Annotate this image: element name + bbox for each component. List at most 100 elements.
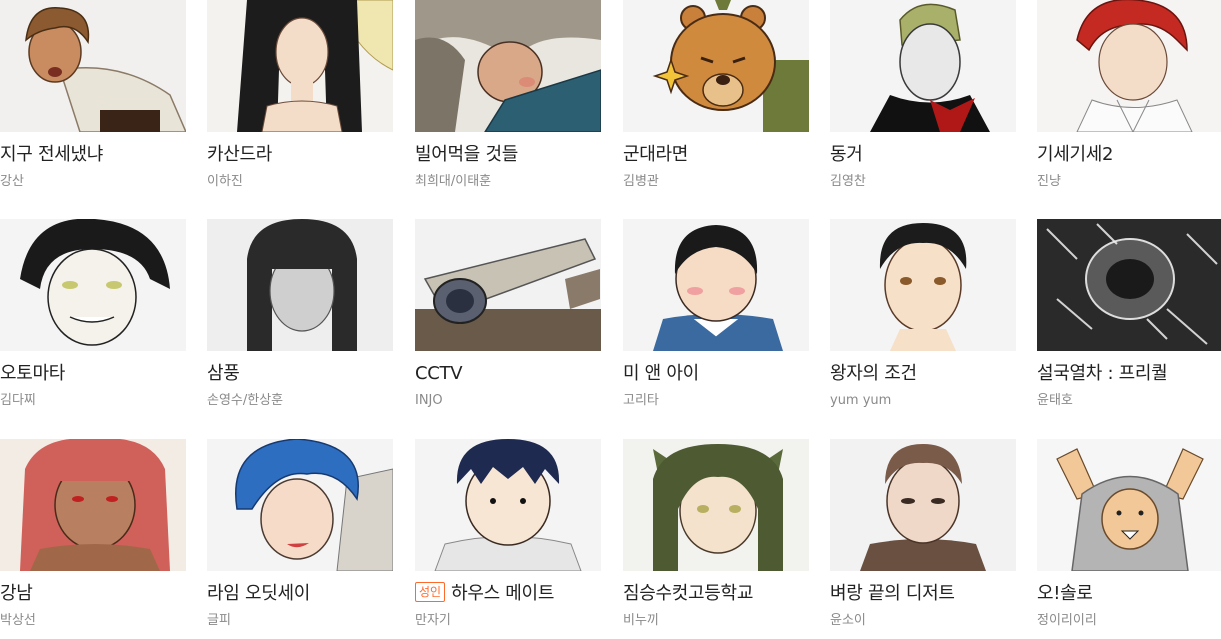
webtoon-thumbnail[interactable] (0, 439, 186, 571)
webtoon-title-text: 미 앤 아이 (623, 363, 699, 384)
webtoon-title-text: 군대라면 (623, 144, 689, 165)
webtoon-title[interactable]: 오토마타 (0, 362, 186, 386)
pink-hair-woman-thumbnail (0, 439, 186, 571)
bob-hair-girl-thumbnail (207, 219, 393, 351)
webtoon-title-text: 벼랑 끝의 디저트 (830, 583, 955, 604)
webtoon-author: INJO (415, 393, 443, 408)
webtoon-title[interactable]: 강남 (0, 582, 186, 606)
webtoon-title-text: CCTV (415, 363, 463, 384)
webtoon-card[interactable]: 기세기세2 진냥 (1037, 0, 1221, 200)
webtoon-thumbnail[interactable] (207, 219, 393, 351)
webtoon-title[interactable]: 짐승수컷고등학교 (623, 582, 809, 606)
webtoon-title[interactable]: 지구 전세냈냐 (0, 143, 186, 167)
webtoon-thumbnail[interactable] (830, 439, 1016, 571)
webtoon-card[interactable]: 오!솔로 정이리이리 (1037, 439, 1221, 639)
webtoon-author: 만자기 (415, 613, 451, 628)
webtoon-title-text: 설국열차 : 프리퀄 (1037, 363, 1168, 384)
webtoon-thumbnail[interactable] (207, 439, 393, 571)
boy-leaning-forward-thumbnail (0, 0, 186, 132)
webtoon-title-text: 동거 (830, 144, 863, 165)
webtoon-author: 최희대/이태훈 (415, 174, 492, 189)
pale-man-green-hair-thumbnail (830, 0, 1016, 132)
webtoon-card[interactable]: 카산드라 이하진 (207, 0, 393, 200)
webtoon-card[interactable]: 오토마타 김다찌 (0, 219, 186, 419)
webtoon-thumbnail[interactable] (207, 0, 393, 132)
webtoon-title-text: 삼풍 (207, 363, 240, 384)
cat-ear-boy-thumbnail (623, 439, 809, 571)
webtoon-card[interactable]: 군대라면 김병관 (623, 0, 809, 200)
webtoon-title[interactable]: 라임 오딧세이 (207, 582, 393, 606)
webtoon-title-text: 강남 (0, 583, 33, 604)
blue-hair-boy-thumbnail (207, 439, 393, 571)
webtoon-card[interactable]: 성인 하우스 메이트 만자기 (415, 439, 601, 639)
webtoon-card[interactable]: 왕자의 조건 yum yum (830, 219, 1016, 419)
webtoon-author: 윤소이 (830, 613, 866, 628)
webtoon-author: 정이리이리 (1037, 613, 1097, 628)
webtoon-title[interactable]: 성인 하우스 메이트 (415, 582, 601, 606)
webtoon-title[interactable]: 군대라면 (623, 143, 809, 167)
webtoon-card[interactable]: 동거 김영찬 (830, 0, 1016, 200)
prince-boy-thumbnail (830, 219, 1016, 351)
webtoon-author: 비누끼 (623, 613, 659, 628)
navy-hair-boy-thumbnail (415, 439, 601, 571)
webtoon-title[interactable]: 동거 (830, 143, 1016, 167)
webtoon-card[interactable]: 빌어먹을 것들 최희대/이태훈 (415, 0, 601, 200)
webtoon-thumbnail[interactable] (0, 0, 186, 132)
webtoon-title[interactable]: 왕자의 조건 (830, 362, 1016, 386)
snowstorm-figure-thumbnail (1037, 219, 1221, 351)
webtoon-title[interactable]: 벼랑 끝의 디저트 (830, 582, 1016, 606)
webtoon-title-text: 지구 전세냈냐 (0, 144, 103, 165)
webtoon-title[interactable]: 기세기세2 (1037, 143, 1221, 167)
webtoon-thumbnail[interactable] (1037, 0, 1221, 132)
webtoon-thumbnail[interactable] (0, 219, 186, 351)
webtoon-thumbnail[interactable] (415, 0, 601, 132)
adult-badge: 성인 (415, 582, 446, 602)
webtoon-author: 박상선 (0, 613, 36, 628)
webtoon-thumbnail[interactable] (623, 439, 809, 571)
webtoon-title[interactable]: 미 앤 아이 (623, 362, 809, 386)
webtoon-thumbnail[interactable] (830, 219, 1016, 351)
webtoon-title-text: 오토마타 (0, 363, 66, 384)
webtoon-title-text: 카산드라 (207, 144, 273, 165)
wild-grey-hair-man-thumbnail (415, 0, 601, 132)
webtoon-author: 김영찬 (830, 174, 866, 189)
webtoon-author: 이하진 (207, 174, 243, 189)
webtoon-title[interactable]: 빌어먹을 것들 (415, 143, 601, 167)
webtoon-title[interactable]: 카산드라 (207, 143, 393, 167)
webtoon-card[interactable]: 강남 박상선 (0, 439, 186, 639)
webtoon-card[interactable]: 라임 오딧세이 글피 (207, 439, 393, 639)
webtoon-title[interactable]: 삼풍 (207, 362, 393, 386)
cctv-camera-thumbnail (415, 219, 601, 351)
webtoon-card[interactable]: 벼랑 끝의 디저트 윤소이 (830, 439, 1016, 639)
hooded-figure-arms-up-thumbnail (1037, 439, 1221, 571)
webtoon-thumbnail[interactable] (1037, 439, 1221, 571)
webtoon-thumbnail[interactable] (1037, 219, 1221, 351)
webtoon-title-text: 오!솔로 (1037, 583, 1093, 604)
webtoon-card[interactable]: 설국열차 : 프리퀄 윤태호 (1037, 219, 1221, 419)
webtoon-title-text: 빌어먹을 것들 (415, 144, 518, 165)
webtoon-title[interactable]: 설국열차 : 프리퀄 (1037, 362, 1221, 386)
angry-bear-thumbnail (623, 0, 809, 132)
webtoon-title[interactable]: 오!솔로 (1037, 582, 1221, 606)
webtoon-grid: 지구 전세냈냐 강산 카산드라 이하진 빌어먹을 것들 최희대/이태훈 군대라면… (0, 0, 1221, 636)
webtoon-card[interactable]: 짐승수컷고등학교 비누끼 (623, 439, 809, 639)
webtoon-thumbnail[interactable] (415, 219, 601, 351)
webtoon-card[interactable]: 삼풍 손영수/한상훈 (207, 219, 393, 419)
webtoon-thumbnail[interactable] (415, 439, 601, 571)
webtoon-title-text: 짐승수컷고등학교 (623, 583, 754, 604)
webtoon-title-text: 하우스 메이트 (451, 583, 555, 604)
webtoon-title-text: 라임 오딧세이 (207, 583, 310, 604)
webtoon-thumbnail[interactable] (623, 0, 809, 132)
webtoon-thumbnail[interactable] (623, 219, 809, 351)
webtoon-author: 손영수/한상훈 (207, 393, 284, 408)
webtoon-card[interactable]: CCTV INJO (415, 219, 601, 419)
webtoon-card[interactable]: 미 앤 아이 고리타 (623, 219, 809, 419)
webtoon-title-text: 기세기세2 (1037, 144, 1114, 165)
webtoon-author: 강산 (0, 174, 24, 189)
webtoon-card[interactable]: 지구 전세냈냐 강산 (0, 0, 186, 200)
long-black-hair-woman-thumbnail (207, 0, 393, 132)
webtoon-title[interactable]: CCTV (415, 362, 601, 386)
webtoon-thumbnail[interactable] (830, 0, 1016, 132)
black-hair-grinning-boy-thumbnail (0, 219, 186, 351)
webtoon-author: 진냥 (1037, 174, 1061, 189)
